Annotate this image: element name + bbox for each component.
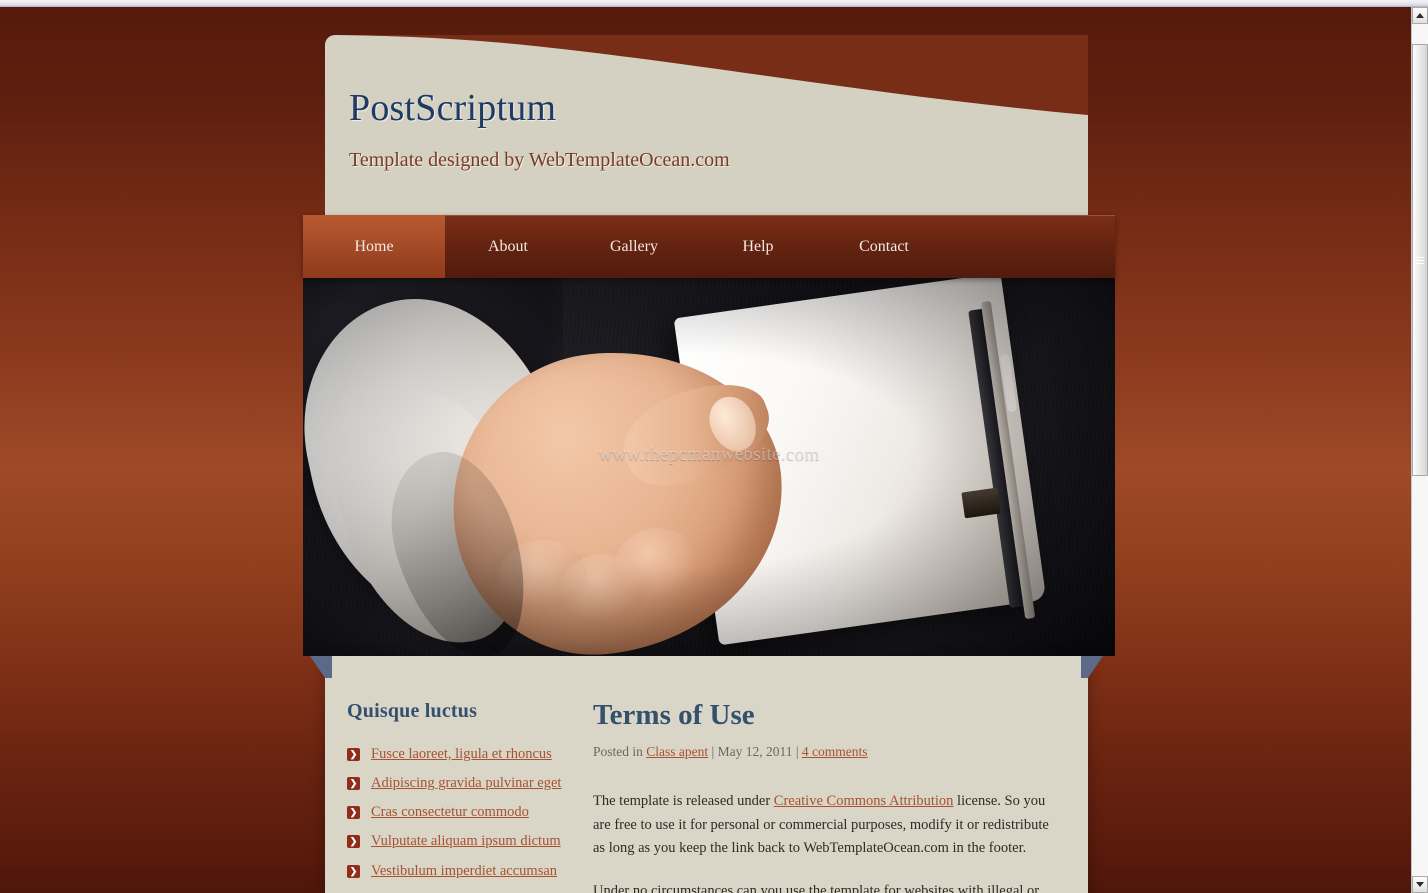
site-wrapper: PostScriptum Template designed by WebTem… — [296, 7, 1116, 893]
post-meta: Posted in Class apent | May 12, 2011 | 4… — [593, 744, 1058, 760]
site-tagline: Template designed by WebTemplateOcean.co… — [349, 149, 730, 171]
chevron-right-icon: ❯ — [347, 835, 360, 849]
post-paragraph-1: The template is released under Creative … — [593, 790, 1058, 860]
sidebar-link-3[interactable]: Cras consectetur commodo — [371, 803, 529, 821]
sidebar-link-1[interactable]: Fusce laoreet, ligula et rhoncus — [371, 745, 552, 763]
nav-label-home: Home — [354, 237, 394, 255]
sidebar: Quisque luctus ❯ Fusce laoreet, ligula e… — [325, 700, 571, 893]
vertical-scrollbar[interactable] — [1411, 7, 1428, 893]
post-paragraph-2: Under no circumstances can you use the t… — [593, 882, 1040, 893]
sidebar-link-list: ❯ Fusce laoreet, ligula et rhoncus ❯ Adi… — [347, 745, 563, 880]
meta-separator-1: | — [711, 744, 715, 760]
sidebar-link-5[interactable]: Vestibulum imperdiet accumsan — [371, 862, 557, 880]
arrow-up-icon — [1416, 13, 1424, 18]
site-header: PostScriptum Template designed by WebTem… — [325, 35, 1088, 215]
nav-label-about: About — [488, 237, 528, 255]
site-title: PostScriptum — [349, 87, 557, 129]
banner-image: www.thepcmanwebsite.com — [303, 278, 1115, 656]
photo-vignette — [303, 278, 1115, 656]
nav-item-help[interactable]: Help — [697, 215, 819, 278]
chevron-right-icon: ❯ — [347, 777, 360, 791]
license-link[interactable]: Creative Commons Attribution — [774, 793, 954, 809]
chevron-right-icon: ❯ — [347, 806, 360, 820]
post-date: May 12, 2011 — [717, 744, 793, 760]
sidebar-link-2[interactable]: Adipiscing gravida pulvinar eget — [371, 774, 561, 792]
scrollbar-track[interactable] — [1412, 24, 1428, 876]
sidebar-link-4[interactable]: Vulputate aliquam ipsum dictum — [371, 832, 561, 850]
main-navigation[interactable]: Home About Gallery Help Contact — [303, 215, 1115, 278]
scrollbar-up-button[interactable] — [1412, 7, 1428, 24]
chevron-right-icon: ❯ — [347, 864, 360, 878]
list-item[interactable]: ❯ Vestibulum imperdiet accumsan — [347, 862, 563, 880]
arrow-down-icon — [1416, 882, 1424, 887]
content-columns: Quisque luctus ❯ Fusce laoreet, ligula e… — [325, 656, 1088, 893]
nav-item-home[interactable]: Home — [303, 215, 445, 278]
banner-photo-illustration — [303, 278, 1115, 656]
nav-label-help: Help — [742, 237, 774, 255]
scrollbar-grip-icon — [1416, 255, 1424, 266]
meta-separator-2: | — [795, 744, 799, 760]
posted-in-label: Posted in — [593, 744, 643, 760]
chevron-right-icon: ❯ — [347, 748, 360, 761]
post-title: Terms of Use — [593, 699, 755, 731]
nav-item-contact[interactable]: Contact — [819, 215, 949, 278]
list-item[interactable]: ❯ Vulputate aliquam ipsum dictum — [347, 832, 563, 850]
para1-before-link: The template is released under — [593, 793, 774, 810]
nav-label-contact: Contact — [859, 237, 909, 255]
header-text-block: PostScriptum Template designed by WebTem… — [349, 89, 730, 172]
post-comments-link[interactable]: 4 comments — [802, 744, 868, 759]
post-category-link[interactable]: Class apent — [646, 744, 708, 759]
sidebar-heading: Quisque luctus — [347, 700, 478, 722]
nav-item-gallery[interactable]: Gallery — [571, 215, 697, 278]
ribbon-fold-right-icon — [1081, 656, 1103, 678]
scrollbar-down-button[interactable] — [1412, 876, 1428, 893]
list-item[interactable]: ❯ Cras consectetur commodo — [347, 803, 563, 821]
nav-item-about[interactable]: About — [445, 215, 571, 278]
main-content: Terms of Use Posted in Class apent | May… — [571, 700, 1088, 893]
content-panel: Quisque luctus ❯ Fusce laoreet, ligula e… — [310, 656, 1103, 893]
scrollbar-thumb[interactable] — [1412, 44, 1428, 476]
list-item[interactable]: ❯ Adipiscing gravida pulvinar eget — [347, 774, 563, 792]
nav-label-gallery: Gallery — [610, 237, 658, 255]
page-viewport: PostScriptum Template designed by WebTem… — [0, 7, 1411, 893]
browser-chrome-edge — [0, 0, 1428, 7]
list-item[interactable]: ❯ Fusce laoreet, ligula et rhoncus — [347, 745, 563, 763]
ribbon-fold-left-icon — [310, 656, 332, 678]
